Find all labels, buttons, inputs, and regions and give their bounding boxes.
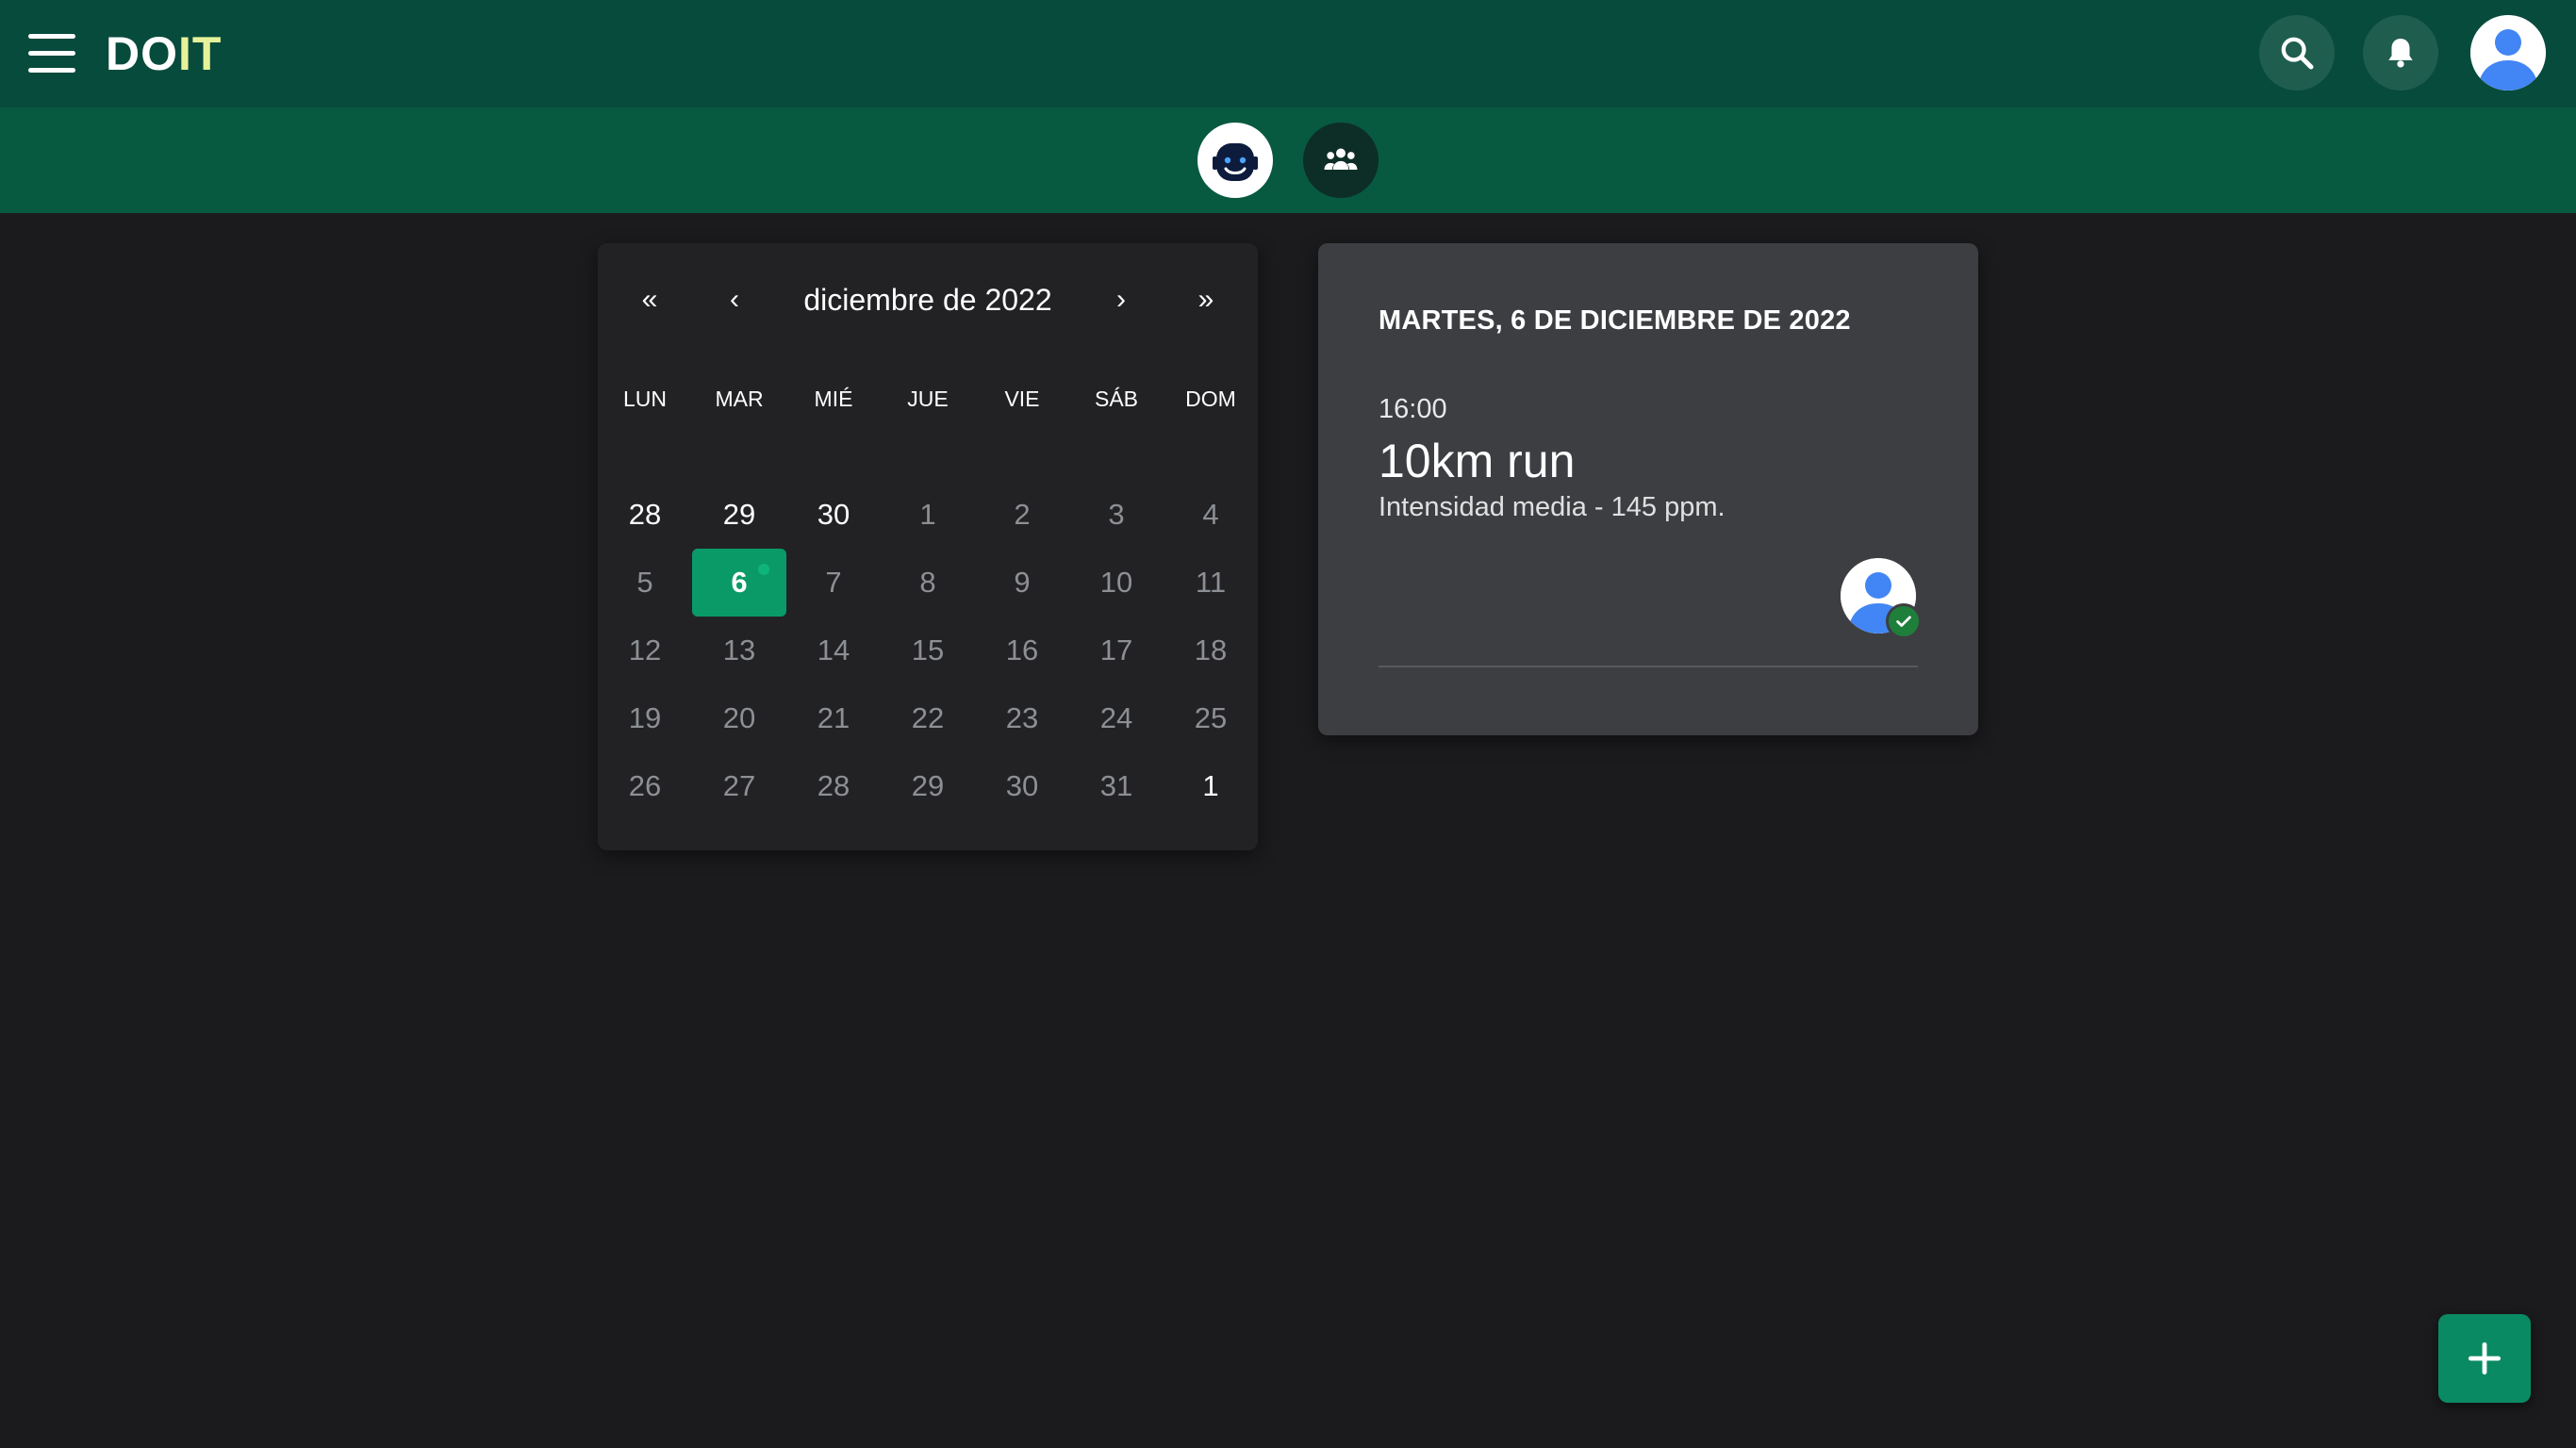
weekday-label: LUN [622,386,667,411]
calendar-day[interactable]: 8 [881,549,975,617]
menu-button[interactable] [28,34,75,74]
calendar-days-grid: 28 29 30 1 2 3 4 5 6 7 8 9 10 11 12 13 1… [598,481,1258,830]
prev-year-button[interactable]: « [617,272,683,328]
search-button[interactable] [2259,15,2335,90]
weekday-label: MIÉ [814,386,853,411]
top-app-bar: DOIT [0,0,2576,107]
hamburger-menu-icon [28,34,75,39]
calendar-day[interactable]: 2 [975,481,1069,549]
bell-icon [2388,38,2413,68]
calendar-day[interactable]: 28 [786,752,881,820]
calendar-day[interactable]: 3 [1069,481,1164,549]
weekday-label: SÁB [1094,386,1139,411]
logo-text-primary: DO [106,27,178,80]
calendar-day[interactable]: 29 [692,481,786,549]
calendar-day[interactable]: 4 [1164,481,1258,549]
personal-mode-button[interactable] [1197,123,1273,198]
search-icon [2281,37,2314,70]
plus-icon [2468,1341,2502,1375]
calendar-day[interactable]: 30 [975,752,1069,820]
add-event-button[interactable] [2438,1314,2531,1403]
calendar-day[interactable]: 9 [975,549,1069,617]
weekday-label: DOM [1185,386,1236,411]
logo-text-secondary: IT [178,27,223,80]
robot-face-icon [1213,143,1258,181]
group-icon [1324,148,1358,170]
calendar-day[interactable]: 10 [1069,549,1164,617]
calendar-day[interactable]: 28 [598,481,692,549]
calendar-day[interactable]: 7 [786,549,881,617]
event-title[interactable]: 10km run [1379,434,1575,488]
calendar-month-title[interactable]: diciembre de 2022 [739,272,1116,328]
calendar-day-selected[interactable]: 6 [692,549,786,617]
calendar-day[interactable]: 31 [1069,752,1164,820]
calendar-day[interactable]: 17 [1069,617,1164,684]
calendar-day[interactable]: 23 [975,684,1069,752]
calendar-day[interactable]: 12 [598,617,692,684]
calendar-day[interactable]: 25 [1164,684,1258,752]
mode-switch-bar [0,107,2576,213]
calendar-day[interactable]: 20 [692,684,786,752]
calendar-day[interactable]: 1 [1164,752,1258,820]
calendar-day[interactable]: 19 [598,684,692,752]
weekday-label: MAR [715,386,764,411]
calendar-day[interactable]: 16 [975,617,1069,684]
event-divider [1379,666,1918,667]
check-icon [1886,603,1922,639]
notifications-button[interactable] [2363,15,2438,90]
calendar-day[interactable]: 26 [598,752,692,820]
profile-avatar-button[interactable] [2470,15,2546,90]
calendar-day[interactable]: 1 [881,481,975,549]
calendar-day[interactable]: 30 [786,481,881,549]
calendar-day[interactable]: 18 [1164,617,1258,684]
event-date-heading: MARTES, 6 DE DICIEMBRE DE 2022 [1379,305,1851,336]
user-avatar-icon [2470,15,2546,90]
calendar-day[interactable]: 5 [598,549,692,617]
next-month-button[interactable]: › [1088,272,1154,328]
hamburger-menu-line [28,51,75,56]
app-logo[interactable]: DOIT [106,23,222,85]
event-time: 16:00 [1379,394,1447,424]
event-description: Intensidad media - 145 ppm. [1379,492,1726,522]
participant-avatar[interactable] [1841,558,1922,639]
group-mode-button[interactable] [1303,123,1379,198]
calendar-panel: « ‹ diciembre de 2022 › » LUN MAR MIÉ JU… [598,243,1258,850]
weekday-header: LUN MAR MIÉ JUE VIE SÁB DOM [598,375,1258,422]
event-card: MARTES, 6 DE DICIEMBRE DE 2022 16:00 10k… [1318,243,1978,735]
calendar-day[interactable]: 11 [1164,549,1258,617]
weekday-label: VIE [1004,386,1040,411]
selected-day-number: 6 [731,566,748,599]
weekday-label: JUE [907,386,949,411]
calendar-day[interactable]: 27 [692,752,786,820]
calendar-day[interactable]: 14 [786,617,881,684]
calendar-day[interactable]: 15 [881,617,975,684]
hamburger-menu-line [28,68,75,73]
calendar-day[interactable]: 21 [786,684,881,752]
next-year-button[interactable]: » [1173,272,1239,328]
calendar-day[interactable]: 24 [1069,684,1164,752]
calendar-day[interactable]: 29 [881,752,975,820]
calendar-day[interactable]: 13 [692,617,786,684]
calendar-day[interactable]: 22 [881,684,975,752]
event-indicator-dot [758,564,769,575]
